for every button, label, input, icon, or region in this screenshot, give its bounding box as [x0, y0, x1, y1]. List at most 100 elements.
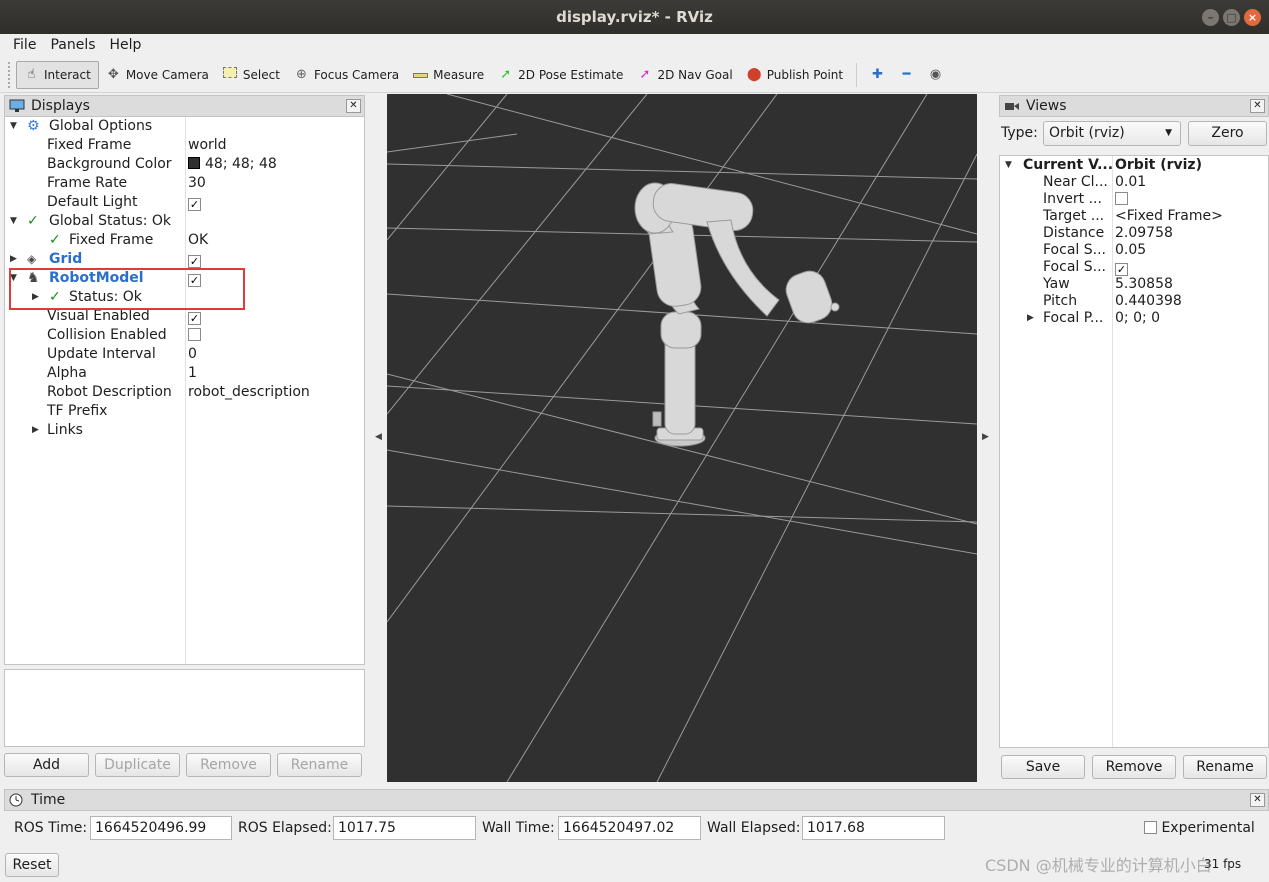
plus-icon: ✚	[872, 67, 884, 82]
tree-row-fixed-frame[interactable]: Fixed Frame world	[5, 136, 364, 155]
experimental-option[interactable]: Experimental	[1144, 820, 1255, 836]
close-button[interactable]: ×	[1244, 9, 1261, 26]
row-value[interactable]: 0	[188, 345, 197, 364]
add-display-button[interactable]: Add	[4, 753, 89, 777]
wall-elapsed-field[interactable]: 1017.68	[802, 816, 945, 840]
toolbar-grip[interactable]	[8, 61, 12, 88]
displays-tree[interactable]: ▼ ⚙ Global Options Fixed Frame world Bac…	[4, 117, 365, 665]
tree-row-collision-enabled[interactable]: Collision Enabled	[5, 326, 364, 345]
views-panel: Views ✕ Type: Orbit (rviz) ▼ Zero ▼ Curr…	[999, 95, 1269, 785]
row-value[interactable]: 0.05	[1115, 242, 1146, 259]
tree-row-focal-shape-fixed[interactable]: Focal S... ✓	[1000, 259, 1268, 276]
panel-close-icon[interactable]: ✕	[1250, 793, 1265, 807]
tree-row-alpha[interactable]: Alpha 1	[5, 364, 364, 383]
row-value[interactable]: 1	[188, 364, 197, 383]
ros-elapsed-field[interactable]: 1017.75	[333, 816, 476, 840]
tree-row-focal-point[interactable]: ▶ Focal P... 0; 0; 0	[1000, 310, 1268, 327]
row-value[interactable]: 5.30858	[1115, 276, 1173, 293]
collapse-right-arrow-icon[interactable]: ▶	[982, 432, 989, 442]
tree-row-focal-shape-size[interactable]: Focal S... 0.05	[1000, 242, 1268, 259]
tree-row-global-status[interactable]: ▼ ✓ Global Status: Ok	[5, 212, 364, 231]
tool-2d-nav-goal[interactable]: ➚ 2D Nav Goal	[630, 61, 739, 89]
visual-enabled-checkbox[interactable]: ✓	[188, 312, 201, 325]
tool-2d-pose-estimate[interactable]: ➚ 2D Pose Estimate	[491, 61, 630, 89]
experimental-checkbox[interactable]	[1144, 821, 1157, 834]
menu-panels[interactable]: Panels	[43, 37, 102, 53]
maximize-button[interactable]: □	[1223, 9, 1240, 26]
row-value[interactable]: 30	[188, 174, 206, 193]
tool-move-camera[interactable]: ✥ Move Camera	[99, 61, 216, 89]
collision-enabled-checkbox[interactable]	[188, 328, 201, 341]
remove-view-button[interactable]: Remove	[1092, 755, 1176, 779]
tree-row-tf-prefix[interactable]: TF Prefix	[5, 402, 364, 421]
tree-row-invert[interactable]: Invert ...	[1000, 191, 1268, 208]
panel-close-icon[interactable]: ✕	[346, 99, 361, 113]
tree-row-current-view[interactable]: ▼ Current V... Orbit (rviz)	[1000, 157, 1268, 174]
tree-row-links[interactable]: ▶ Links	[5, 421, 364, 440]
view-properties-tree[interactable]: ▼ Current V... Orbit (rviz) Near Cl... 0…	[999, 155, 1269, 748]
tree-row-background-color[interactable]: Background Color 48; 48; 48	[5, 155, 364, 174]
tree-row-pitch[interactable]: Pitch 0.440398	[1000, 293, 1268, 310]
row-value[interactable]: 0; 0; 0	[1115, 310, 1160, 327]
expand-arrow-icon[interactable]: ▼	[10, 117, 17, 136]
tool-publish-point[interactable]: ⬤ Publish Point	[740, 61, 850, 89]
remove-tool-button[interactable]: ━	[892, 61, 921, 89]
tool-label: Publish Point	[766, 67, 844, 82]
invert-checkbox[interactable]	[1115, 192, 1128, 205]
tool-select[interactable]: Select	[216, 61, 287, 89]
zero-button[interactable]: Zero	[1188, 121, 1267, 146]
tree-row-update-interval[interactable]: Update Interval 0	[5, 345, 364, 364]
wall-time-field[interactable]: 1664520497.02	[558, 816, 701, 840]
remove-display-button[interactable]: Remove	[186, 753, 271, 777]
reset-button[interactable]: Reset	[5, 853, 59, 877]
row-value[interactable]: 48; 48; 48	[188, 155, 277, 174]
view-type-select[interactable]: Orbit (rviz) ▼	[1043, 121, 1181, 146]
eye-icon: ◉	[929, 67, 942, 82]
ros-time-field[interactable]: 1664520496.99	[90, 816, 232, 840]
row-key: Distance	[1043, 225, 1105, 241]
minimize-button[interactable]: –	[1202, 9, 1219, 26]
focal-shape-checkbox[interactable]: ✓	[1115, 263, 1128, 276]
tool-interact[interactable]: ☝ Interact	[16, 60, 99, 89]
row-value[interactable]: <Fixed Frame>	[1115, 208, 1223, 225]
tree-row-grid[interactable]: ▶ ◈ Grid ✓	[5, 250, 364, 269]
row-value[interactable]: robot_description	[188, 383, 310, 402]
save-view-button[interactable]: Save	[1001, 755, 1085, 779]
row-value	[1115, 191, 1128, 208]
row-value[interactable]: 0.01	[1115, 174, 1146, 191]
tree-row-target-frame[interactable]: Target ... <Fixed Frame>	[1000, 208, 1268, 225]
tree-row-status-fixed-frame[interactable]: ✓ Fixed Frame OK	[5, 231, 364, 250]
tree-row-frame-rate[interactable]: Frame Rate 30	[5, 174, 364, 193]
default-light-checkbox[interactable]: ✓	[188, 198, 201, 211]
panel-close-icon[interactable]: ✕	[1250, 99, 1265, 113]
tree-row-default-light[interactable]: Default Light ✓	[5, 193, 364, 212]
type-label: Type:	[1001, 125, 1038, 141]
collapse-arrow-icon[interactable]: ▶	[32, 421, 39, 440]
add-tool-button[interactable]: ✚	[863, 61, 892, 89]
tree-row-near-clip[interactable]: Near Cl... 0.01	[1000, 174, 1268, 191]
row-value[interactable]: world	[188, 136, 227, 155]
duplicate-display-button[interactable]: Duplicate	[95, 753, 180, 777]
tree-row-yaw[interactable]: Yaw 5.30858	[1000, 276, 1268, 293]
tool-focus-camera[interactable]: ⊕ Focus Camera	[287, 61, 406, 89]
collapse-arrow-icon[interactable]: ▶	[10, 250, 17, 269]
tool-visibility-button[interactable]: ◉	[921, 61, 950, 89]
row-value[interactable]: 2.09758	[1115, 225, 1173, 242]
tree-row-distance[interactable]: Distance 2.09758	[1000, 225, 1268, 242]
render-3d-view[interactable]	[387, 94, 977, 782]
tree-row-robot-description[interactable]: Robot Description robot_description	[5, 383, 364, 402]
rename-display-button[interactable]: Rename	[277, 753, 362, 777]
grid-enabled-checkbox[interactable]: ✓	[188, 255, 201, 268]
displays-panel-title: Displays ✕	[4, 95, 365, 117]
expand-arrow-icon[interactable]: ▼	[10, 212, 17, 231]
rename-view-button[interactable]: Rename	[1183, 755, 1267, 779]
collapse-arrow-icon[interactable]: ▶	[1027, 310, 1034, 327]
row-value[interactable]: 0.440398	[1115, 293, 1182, 310]
collapse-left-arrow-icon[interactable]: ◀	[375, 432, 382, 442]
menu-help[interactable]: Help	[103, 37, 149, 53]
expand-arrow-icon[interactable]: ▼	[1005, 157, 1012, 174]
menu-file[interactable]: File	[6, 37, 43, 53]
wall-time-label: Wall Time:	[482, 820, 555, 836]
tree-row-global-options[interactable]: ▼ ⚙ Global Options	[5, 117, 364, 136]
tool-measure[interactable]: Measure	[406, 61, 491, 89]
